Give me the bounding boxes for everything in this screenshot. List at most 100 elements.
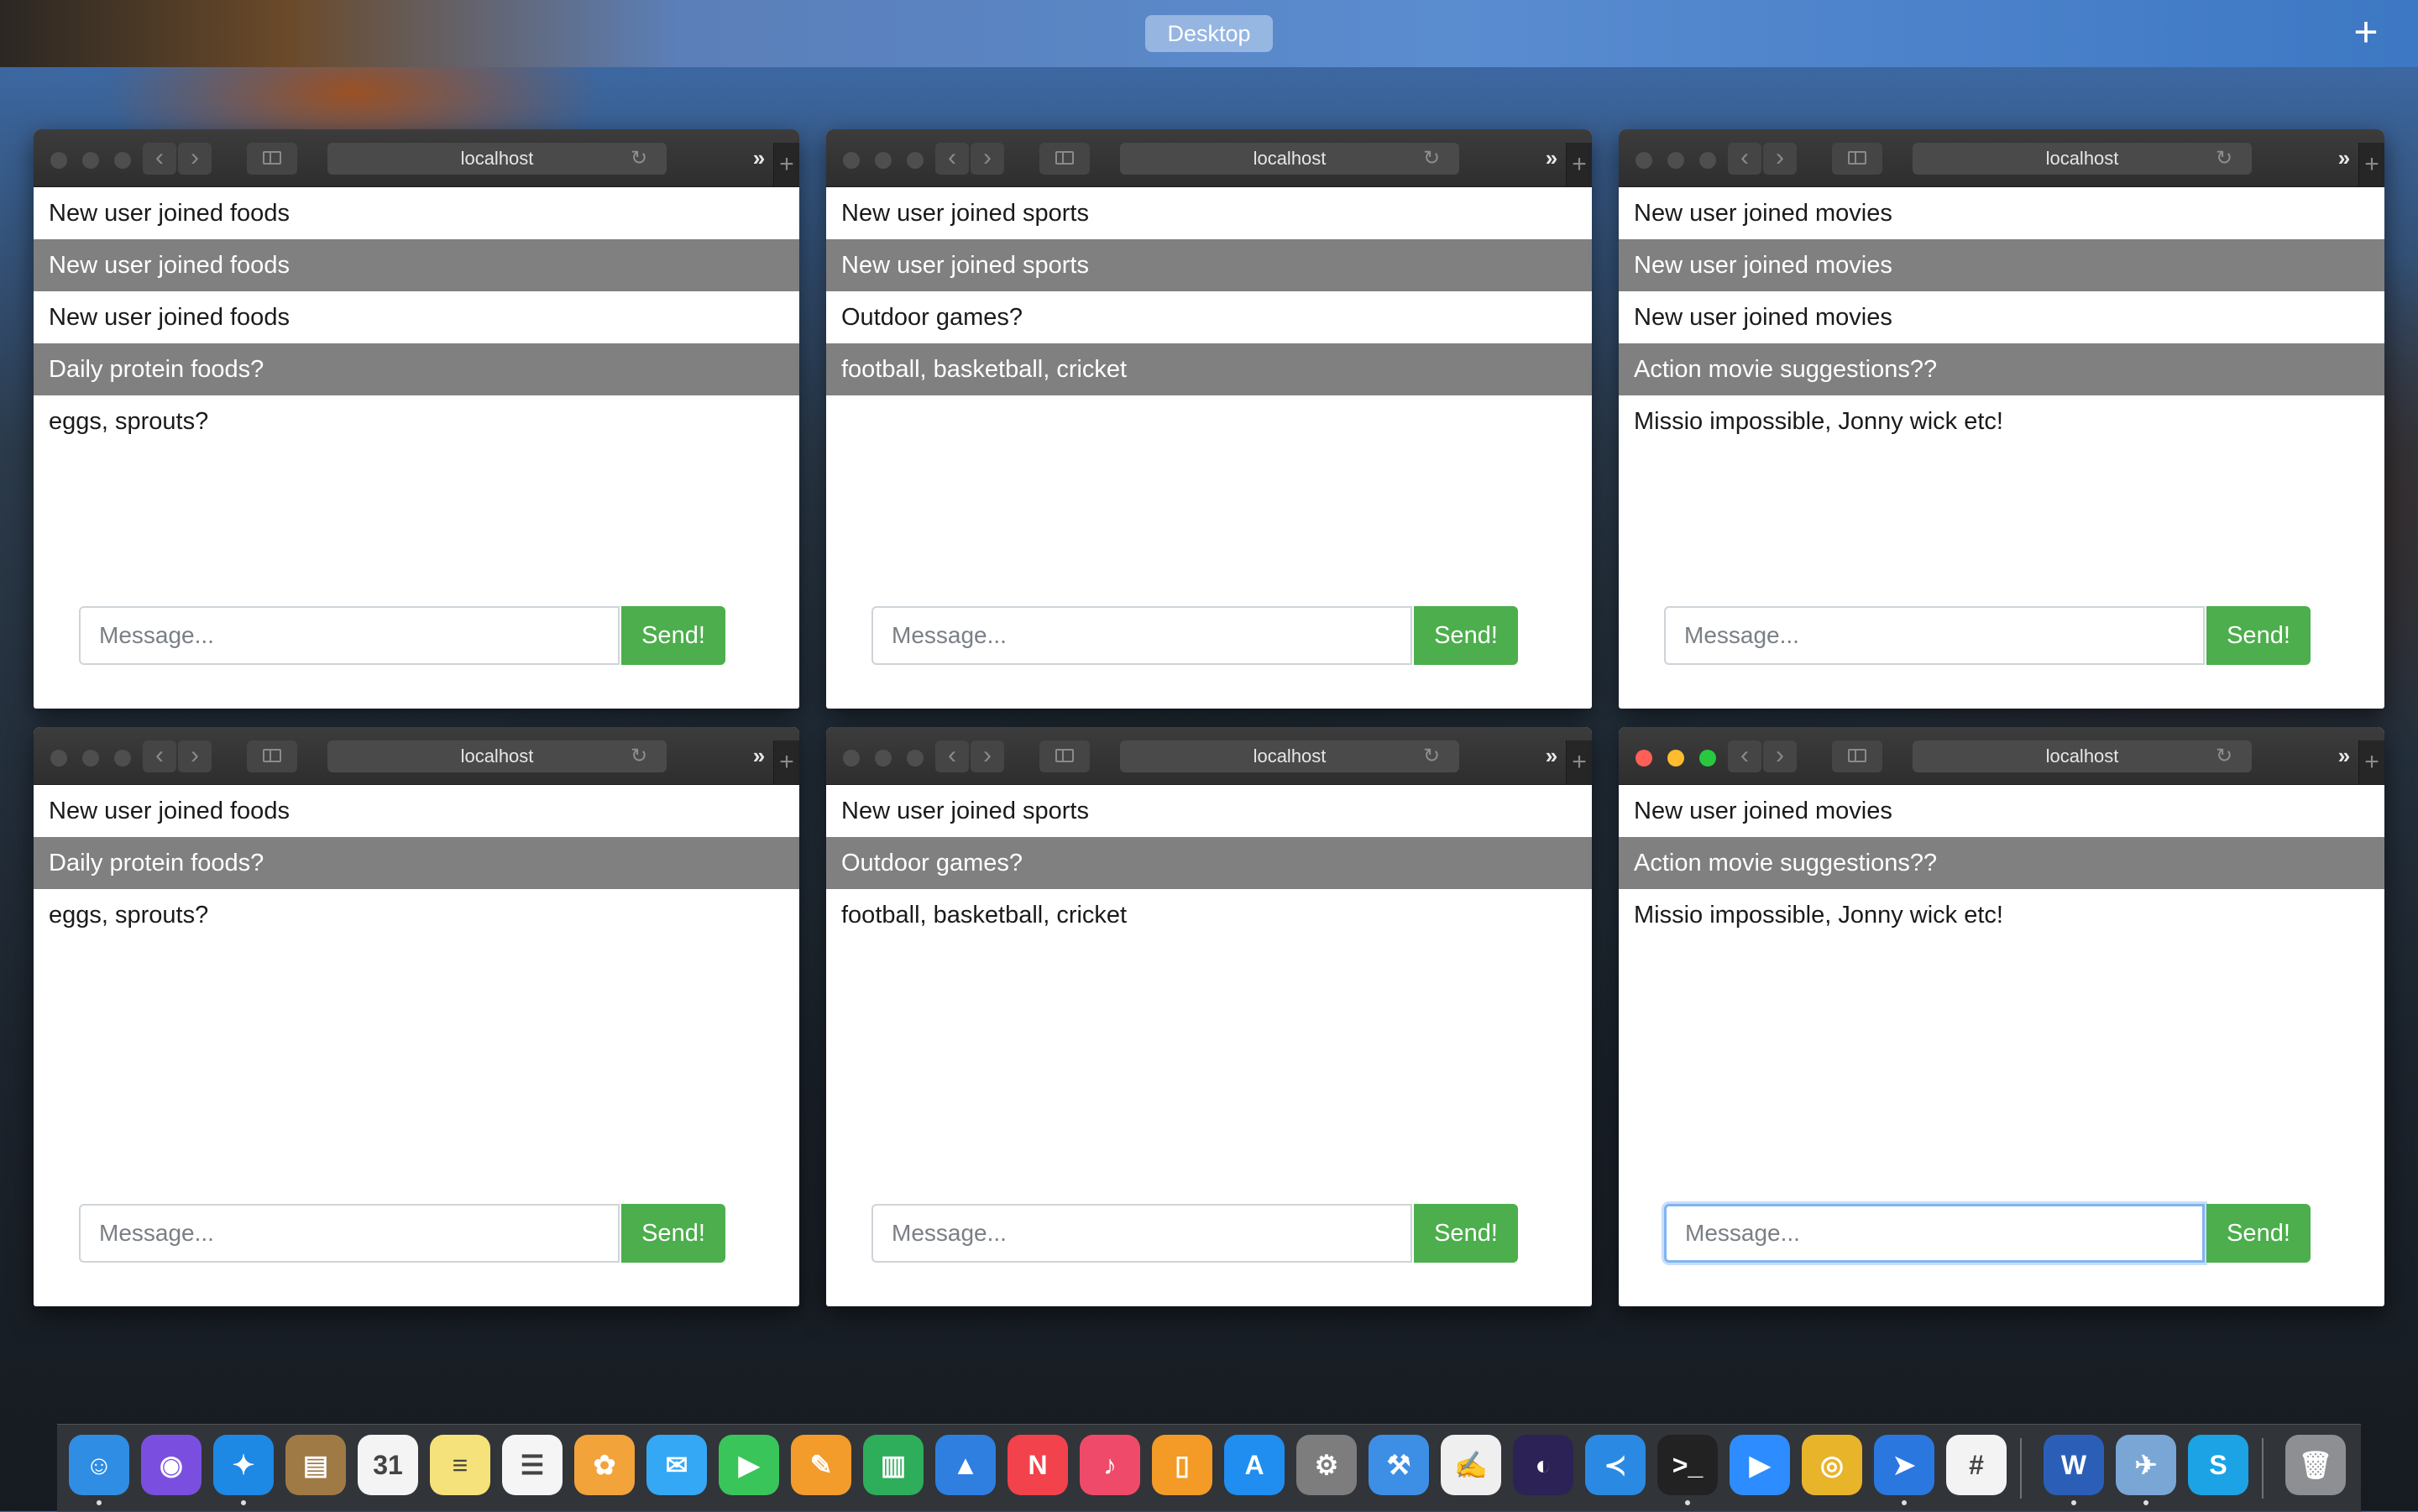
minimize-window-button[interactable]	[875, 750, 892, 766]
back-button[interactable]: ‹	[935, 740, 969, 772]
reload-icon[interactable]: ↻	[1419, 740, 1444, 772]
message-input[interactable]	[871, 606, 1412, 665]
app-store-icon[interactable]: A	[1224, 1435, 1285, 1495]
forward-button[interactable]: ›	[1763, 143, 1797, 175]
message-input[interactable]	[871, 1204, 1412, 1263]
direct-icon[interactable]: ➤	[1874, 1435, 1934, 1495]
address-bar[interactable]: localhost	[1913, 740, 2252, 772]
back-button[interactable]: ‹	[143, 740, 176, 772]
browser-window[interactable]: ‹ › localhost ↻» + New user joined movies New …	[1619, 129, 2384, 709]
zoom-window-button[interactable]	[907, 750, 924, 766]
facetime-icon[interactable]: ▶	[719, 1435, 779, 1495]
message-input[interactable]	[79, 606, 620, 665]
forward-button[interactable]: ›	[178, 143, 212, 175]
more-toolbar-icon[interactable]: »	[2327, 141, 2361, 175]
more-toolbar-icon[interactable]: »	[742, 739, 776, 772]
close-window-button[interactable]	[50, 750, 67, 766]
word-icon[interactable]: W	[2044, 1435, 2104, 1495]
more-toolbar-icon[interactable]: »	[742, 141, 776, 175]
reminders-icon[interactable]: ☰	[502, 1435, 563, 1495]
browser-window[interactable]: ‹ › localhost ↻» + New user joined foods New u…	[34, 129, 799, 709]
sidebar-toggle-icon[interactable]	[247, 143, 297, 175]
new-tab-button[interactable]: +	[773, 143, 799, 186]
back-button[interactable]: ‹	[1728, 740, 1761, 772]
reload-icon[interactable]: ↻	[2211, 740, 2237, 772]
pages-icon[interactable]: ✎	[791, 1435, 851, 1495]
add-space-button[interactable]: +	[2347, 11, 2384, 53]
reload-icon[interactable]: ↻	[626, 143, 652, 175]
preview-icon[interactable]: ✈	[2116, 1435, 2176, 1495]
xcode-icon[interactable]: ⚒	[1369, 1435, 1429, 1495]
reload-icon[interactable]: ↻	[1419, 143, 1444, 175]
forward-button[interactable]: ›	[971, 740, 1004, 772]
more-toolbar-icon[interactable]: »	[1535, 141, 1568, 175]
sidebar-toggle-icon[interactable]	[247, 740, 297, 772]
browser-window[interactable]: ‹ › localhost ↻ » + New user joined sports Outd…	[826, 727, 1592, 1306]
new-tab-button[interactable]: +	[2358, 143, 2384, 186]
news-icon[interactable]: N	[1008, 1435, 1068, 1495]
send-button[interactable]: Send!	[2206, 606, 2311, 665]
forward-button[interactable]: ›	[1763, 740, 1797, 772]
send-button[interactable]: Send!	[621, 1204, 725, 1263]
close-window-button[interactable]	[843, 750, 860, 766]
address-bar[interactable]: localhost	[1120, 143, 1459, 175]
sidebar-toggle-icon[interactable]	[1039, 740, 1090, 772]
send-button[interactable]: Send!	[621, 606, 725, 665]
send-button[interactable]: Send!	[1414, 606, 1518, 665]
notes-icon[interactable]: ≡	[430, 1435, 490, 1495]
eclipse-icon[interactable]: ◐	[1513, 1435, 1573, 1495]
close-window-button[interactable]	[1636, 152, 1652, 169]
close-window-button[interactable]	[843, 152, 860, 169]
safari-icon[interactable]: ✦	[213, 1435, 274, 1495]
more-toolbar-icon[interactable]: »	[1535, 739, 1568, 772]
new-tab-button[interactable]: +	[773, 740, 799, 784]
close-window-button[interactable]	[1636, 750, 1652, 766]
vscode-icon[interactable]: ≺	[1585, 1435, 1646, 1495]
keynote-icon[interactable]: ▲	[935, 1435, 996, 1495]
music-icon[interactable]: ♪	[1080, 1435, 1140, 1495]
sidebar-toggle-icon[interactable]	[1832, 143, 1882, 175]
browser-window[interactable]: ‹ › localhost ↻» + New user joined sports New …	[826, 129, 1592, 709]
send-button[interactable]: Send!	[1414, 1204, 1518, 1263]
books-icon[interactable]: ▯	[1152, 1435, 1212, 1495]
desktop-space-label[interactable]: Desktop	[1145, 15, 1273, 52]
new-tab-button[interactable]: +	[1566, 740, 1592, 784]
zoom-window-button[interactable]	[114, 152, 131, 169]
messages-icon[interactable]: ✉	[646, 1435, 707, 1495]
more-toolbar-icon[interactable]: »	[2327, 739, 2361, 772]
zoom-window-button[interactable]	[1699, 152, 1716, 169]
slack-icon[interactable]: #	[1946, 1435, 2007, 1495]
message-input[interactable]	[1664, 1204, 2205, 1263]
minimize-window-button[interactable]	[1667, 152, 1684, 169]
contacts-icon[interactable]: ▤	[285, 1435, 346, 1495]
photos-icon[interactable]: ✿	[574, 1435, 635, 1495]
sidebar-toggle-icon[interactable]	[1039, 143, 1090, 175]
send-button[interactable]: Send!	[2206, 1204, 2311, 1263]
textedit-icon[interactable]: ✍	[1441, 1435, 1501, 1495]
back-button[interactable]: ‹	[143, 143, 176, 175]
zoom-window-button[interactable]	[1699, 750, 1716, 766]
back-button[interactable]: ‹	[1728, 143, 1761, 175]
address-bar[interactable]: localhost	[1120, 740, 1459, 772]
address-bar[interactable]: localhost	[327, 740, 667, 772]
minimize-window-button[interactable]	[875, 152, 892, 169]
address-bar[interactable]: localhost	[327, 143, 667, 175]
browser-window[interactable]: ‹ › localhost ↻ » + New user joined movies Acti…	[1619, 727, 2384, 1306]
zoom-icon[interactable]: ▶	[1730, 1435, 1790, 1495]
sidebar-toggle-icon[interactable]	[1832, 740, 1882, 772]
message-input[interactable]	[1664, 606, 2205, 665]
reload-icon[interactable]: ↻	[626, 740, 652, 772]
siri-icon[interactable]: ◉	[141, 1435, 202, 1495]
finder-icon[interactable]: ☺	[69, 1435, 129, 1495]
address-bar[interactable]: localhost	[1913, 143, 2252, 175]
terminal-icon[interactable]: >_	[1657, 1435, 1718, 1495]
trash-icon[interactable]: 🗑	[2285, 1435, 2346, 1495]
forward-button[interactable]: ›	[178, 740, 212, 772]
zoom-window-button[interactable]	[907, 152, 924, 169]
new-tab-button[interactable]: +	[2358, 740, 2384, 784]
skype-icon[interactable]: S	[2188, 1435, 2248, 1495]
back-button[interactable]: ‹	[935, 143, 969, 175]
forward-button[interactable]: ›	[971, 143, 1004, 175]
message-input[interactable]	[79, 1204, 620, 1263]
new-tab-button[interactable]: +	[1566, 143, 1592, 186]
